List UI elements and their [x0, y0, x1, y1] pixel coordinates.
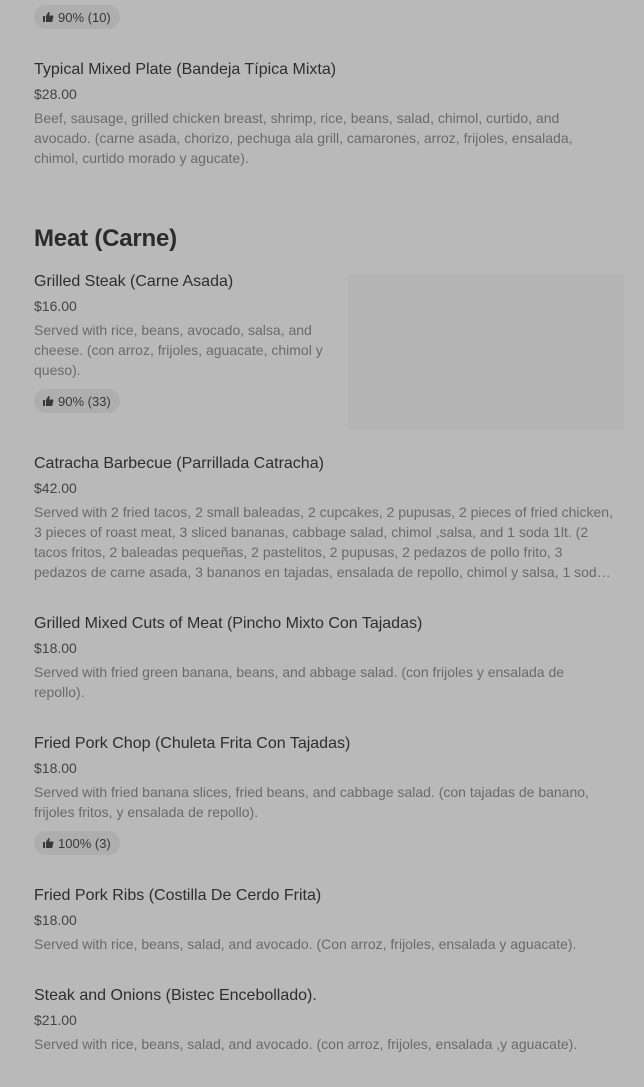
item-price: $18.00: [34, 640, 77, 656]
item-price: $18.00: [34, 760, 77, 776]
rating-text: 100% (3): [58, 835, 111, 851]
menu-item[interactable]: Grilled Mixed Cuts of Meat (Pincho Mixto…: [34, 614, 594, 702]
section-title: Meat (Carne): [34, 225, 177, 252]
item-description: Served with 2 fried tacos, 2 small balea…: [34, 504, 613, 580]
item-description: Served with fried banana slices, fried b…: [34, 784, 589, 820]
item-description: Served with rice, beans, avocado, salsa,…: [34, 322, 323, 378]
item-description: Served with rice, beans, salad, and avoc…: [34, 936, 577, 952]
item-price: $18.00: [34, 912, 77, 928]
item-price: $21.00: [34, 1012, 77, 1028]
item-name: Catracha Barbecue (Parrillada Catracha): [34, 455, 324, 472]
item-name: Steak and Onions (Bistec Encebollado).: [34, 987, 317, 1004]
rating-text: 90% (33): [58, 393, 111, 409]
menu-item[interactable]: Grilled Steak (Carne Asada) $16.00 Serve…: [34, 272, 334, 380]
thumbs-up-icon: [43, 838, 54, 848]
rating-text: 90% (10): [58, 9, 111, 25]
menu-item[interactable]: Steak and Onions (Bistec Encebollado). $…: [34, 986, 616, 1054]
item-photo[interactable]: [348, 274, 624, 430]
rating-badge: 100% (3): [34, 831, 120, 855]
rating-badge: 90% (33): [34, 389, 120, 413]
item-name: Fried Pork Chop (Chuleta Frita Con Tajad…: [34, 735, 351, 752]
menu-item[interactable]: Fried Pork Ribs (Costilla De Cerdo Frita…: [34, 886, 616, 954]
item-description: Beef, sausage, grilled chicken breast, s…: [34, 110, 573, 166]
item-price: $42.00: [34, 480, 77, 496]
menu-page: 90% (10) Typical Mixed Plate (Bandeja Tí…: [0, 0, 644, 1087]
item-price: $16.00: [34, 298, 77, 314]
item-name: Fried Pork Ribs (Costilla De Cerdo Frita…: [34, 887, 322, 904]
menu-item[interactable]: Typical Mixed Plate (Bandeja Típica Mixt…: [34, 60, 604, 168]
item-name: Typical Mixed Plate (Bandeja Típica Mixt…: [34, 61, 337, 78]
thumbs-up-icon: [43, 12, 54, 22]
thumbs-up-icon: [43, 396, 54, 406]
item-price: $28.00: [34, 86, 77, 102]
item-name: Grilled Steak (Carne Asada): [34, 273, 234, 290]
item-name: Grilled Mixed Cuts of Meat (Pincho Mixto…: [34, 615, 423, 632]
menu-item[interactable]: Fried Pork Chop (Chuleta Frita Con Tajad…: [34, 734, 609, 822]
menu-item[interactable]: Catracha Barbecue (Parrillada Catracha) …: [34, 454, 616, 582]
item-description: Served with fried green banana, beans, a…: [34, 664, 565, 700]
rating-badge: 90% (10): [34, 5, 120, 29]
item-description: Served with rice, beans, salad, and avoc…: [34, 1036, 578, 1052]
